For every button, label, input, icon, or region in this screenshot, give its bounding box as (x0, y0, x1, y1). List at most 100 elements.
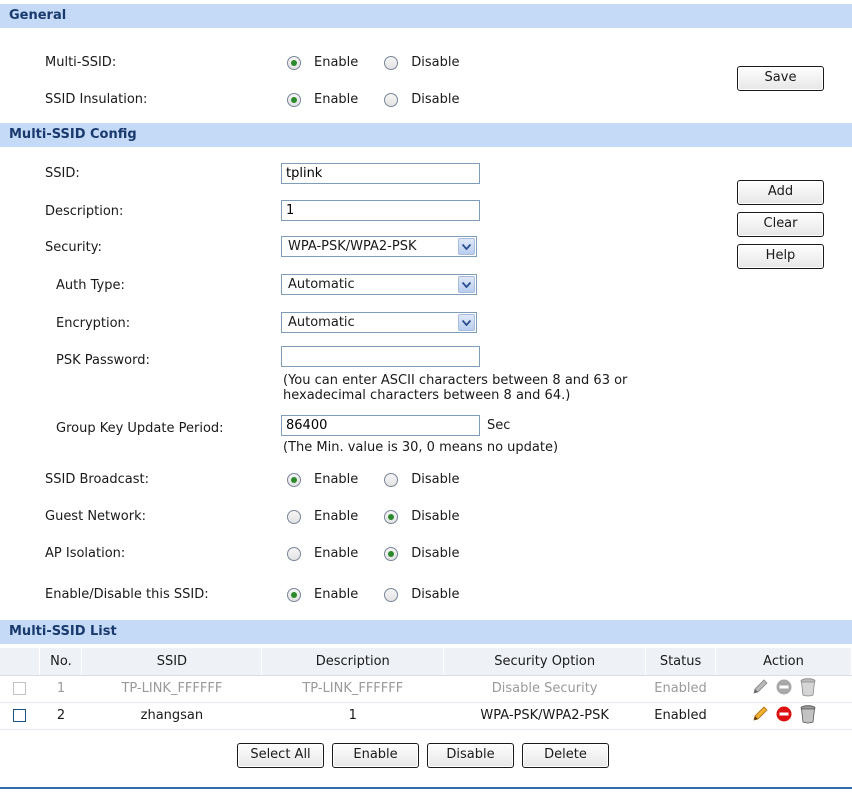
pencil-icon[interactable] (751, 705, 769, 727)
disable-icon[interactable] (775, 678, 793, 700)
column-ssid: SSID (81, 648, 263, 676)
chevron-down-icon (458, 276, 475, 293)
disable-icon[interactable] (775, 705, 793, 727)
guest-network-enable-text: Enable (314, 509, 359, 524)
bottom-divider (0, 787, 852, 789)
ssid-broadcast-disable-radio[interactable] (384, 472, 399, 487)
column-checkbox (0, 648, 41, 676)
row-description: 1 (261, 702, 444, 730)
ssid-label: SSID: (45, 166, 80, 181)
enable-ssid-enable-text: Enable (314, 587, 359, 602)
enable-ssid-enable-radio[interactable] (287, 587, 301, 602)
guest-network-label: Guest Network: (45, 509, 146, 524)
ap-isolation-disable-radio[interactable] (384, 546, 399, 561)
ssid-insulation-disable-radio[interactable] (384, 92, 399, 107)
row-no: 1 (39, 675, 82, 703)
row-security: Disable Security (443, 675, 646, 703)
ssid-insulation-radio-group: Enable Disable (287, 92, 486, 107)
disable-button[interactable]: Disable (427, 743, 514, 768)
encryption-select[interactable]: Automatic (281, 312, 477, 333)
ap-isolation-enable-radio[interactable] (287, 546, 301, 561)
ssid-insulation-enable-radio[interactable] (287, 92, 301, 107)
save-button[interactable]: Save (737, 66, 824, 91)
psk-note-line2: hexadecimal characters between 8 and 64.… (283, 388, 571, 403)
guest-network-disable-text: Disable (411, 509, 460, 524)
multi-ssid-radio-group: Enable Disable (287, 55, 486, 70)
add-button[interactable]: Add (737, 180, 824, 205)
table-row: 1 TP-LINK_FFFFFF TP-LINK_FFFFFF Disable … (0, 675, 852, 703)
row-ssid: TP-LINK_FFFFFF (81, 675, 262, 703)
trash-icon[interactable] (799, 677, 817, 701)
ssid-broadcast-radio-group: Enable Disable (287, 472, 486, 487)
guest-network-enable-radio[interactable] (287, 509, 301, 524)
enable-ssid-disable-text: Disable (411, 587, 460, 602)
psk-note-line1: (You can enter ASCII characters between … (283, 373, 628, 388)
encryption-select-value: Automatic (288, 315, 355, 330)
group-key-label: Group Key Update Period: (56, 421, 224, 436)
chevron-down-icon (458, 314, 475, 331)
help-button[interactable]: Help (737, 244, 824, 269)
ap-isolation-enable-text: Enable (314, 546, 359, 561)
ap-isolation-disable-text: Disable (411, 546, 460, 561)
enable-ssid-radio-group: Enable Disable (287, 587, 486, 602)
security-label: Security: (45, 240, 102, 255)
row-actions (751, 677, 817, 701)
multi-ssid-enable-radio[interactable] (287, 55, 301, 70)
ssid-insulation-disable-text: Disable (411, 92, 460, 107)
enable-button[interactable]: Enable (332, 743, 419, 768)
row-checkbox[interactable] (13, 682, 27, 695)
column-status: Status (645, 648, 717, 676)
general-header: General (0, 4, 852, 28)
enable-ssid-disable-radio[interactable] (384, 587, 399, 602)
row-status: Enabled (645, 702, 716, 730)
multi-ssid-disable-radio[interactable] (384, 55, 399, 70)
guest-network-radio-group: Enable Disable (287, 509, 486, 524)
config-header: Multi-SSID Config (0, 123, 852, 147)
row-checkbox[interactable] (13, 709, 27, 722)
group-key-note: (The Min. value is 30, 0 means no update… (283, 440, 559, 455)
security-select-value: WPA-PSK/WPA2-PSK (288, 239, 417, 254)
group-key-input[interactable] (281, 415, 480, 436)
column-security: Security Option (443, 648, 647, 676)
auth-type-select[interactable]: Automatic (281, 274, 477, 295)
psk-password-label: PSK Password: (56, 353, 150, 368)
group-key-unit: Sec (487, 418, 511, 433)
security-select[interactable]: WPA-PSK/WPA2-PSK (281, 236, 477, 257)
encryption-label: Encryption: (56, 316, 131, 331)
table-header-row: No. SSID Description Security Option Sta… (0, 648, 852, 676)
clear-button[interactable]: Clear (737, 212, 824, 237)
ssid-insulation-enable-text: Enable (314, 92, 359, 107)
ssid-broadcast-enable-text: Enable (314, 472, 359, 487)
select-all-button[interactable]: Select All (237, 743, 324, 768)
ssid-insulation-label: SSID Insulation: (45, 92, 148, 107)
psk-password-input[interactable] (281, 346, 480, 367)
multi-ssid-label: Multi-SSID: (45, 55, 117, 70)
column-action: Action (715, 648, 852, 676)
row-security: WPA-PSK/WPA2-PSK (443, 702, 646, 730)
ap-isolation-radio-group: Enable Disable (287, 546, 486, 561)
auth-type-label: Auth Type: (56, 278, 125, 293)
multi-ssid-enable-text: Enable (314, 55, 359, 70)
ssid-broadcast-disable-text: Disable (411, 472, 460, 487)
list-header: Multi-SSID List (0, 620, 852, 644)
ssid-input[interactable] (281, 163, 480, 184)
pencil-icon[interactable] (751, 678, 769, 700)
column-description: Description (261, 648, 445, 676)
table-row: 2 zhangsan 1 WPA-PSK/WPA2-PSK Enabled (0, 702, 852, 730)
ssid-table: No. SSID Description Security Option Sta… (0, 648, 852, 730)
guest-network-disable-radio[interactable] (384, 509, 399, 524)
row-status: Enabled (645, 675, 716, 703)
description-label: Description: (45, 204, 124, 219)
trash-icon[interactable] (799, 704, 817, 728)
ssid-broadcast-label: SSID Broadcast: (45, 472, 149, 487)
row-description: TP-LINK_FFFFFF (261, 675, 444, 703)
ssid-broadcast-enable-radio[interactable] (287, 472, 301, 487)
chevron-down-icon (458, 238, 475, 255)
column-no: No. (39, 648, 83, 676)
enable-ssid-label: Enable/Disable this SSID: (45, 587, 209, 602)
delete-button[interactable]: Delete (522, 743, 609, 768)
ap-isolation-label: AP Isolation: (45, 546, 126, 561)
multi-ssid-disable-text: Disable (411, 55, 460, 70)
row-actions (751, 704, 817, 728)
description-input[interactable] (281, 200, 480, 221)
